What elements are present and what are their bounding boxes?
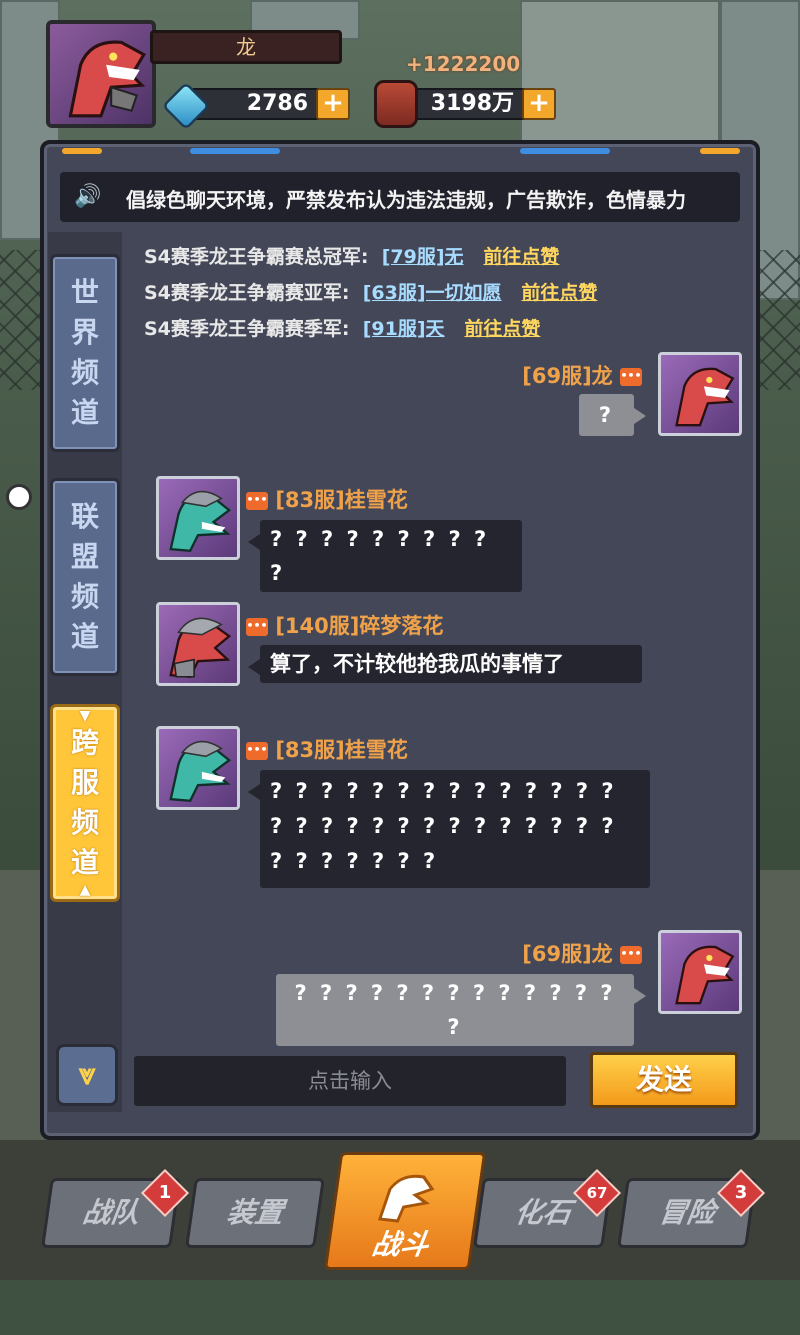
system-message-text: S4赛季龙王争霸赛亚军:: [144, 282, 350, 304]
winner-link[interactable]: [91服]天: [363, 318, 445, 340]
background-building: [520, 0, 720, 150]
tab-label-char: 道: [70, 620, 99, 653]
chat-bubble: 算了，不计较他抢我瓜的事情了: [248, 645, 642, 683]
add-cash-button[interactable]: +: [522, 88, 556, 120]
tab-label-char: 跨: [70, 726, 99, 759]
chat-username[interactable]: [69服]龙 •••: [522, 360, 642, 390]
gem-count: 2786: [246, 91, 308, 116]
chat-avatar[interactable]: [156, 602, 240, 686]
tab-label-char: 联: [70, 500, 99, 533]
tab-alliance-channel[interactable]: 联 盟 频 道: [50, 478, 120, 676]
nav-label: 战队: [80, 1196, 142, 1229]
teal-dino-portrait: [169, 490, 232, 552]
badge-count: 3: [734, 1182, 748, 1203]
tab-cross-server-channel[interactable]: ▼ 跨 服 频 道 ▲: [50, 704, 120, 902]
red-dino-portrait: [675, 367, 735, 427]
teal-dino-portrait: [169, 740, 232, 802]
chat-bubble: ?: [578, 394, 647, 436]
tab-world-channel[interactable]: 世 界 频 道: [50, 254, 120, 452]
speaker-icon: 🔊: [74, 184, 102, 209]
chat-bubble: ? ? ? ? ? ? ? ? ? ? ? ? ? ?: [276, 974, 646, 1046]
username-text: [69服]龙: [522, 364, 613, 388]
floating-assist-button[interactable]: [6, 484, 32, 510]
tab-label-char: 频: [70, 580, 99, 613]
tab-label-char: 道: [70, 396, 99, 429]
triangle-down-icon: ▼: [79, 708, 91, 724]
cash-count: 3198万: [430, 91, 514, 116]
chat-bubble-icon: •••: [246, 492, 268, 510]
like-link[interactable]: 前往点赞: [483, 246, 559, 268]
username-text: [69服]龙: [522, 942, 613, 966]
like-link[interactable]: 前往点赞: [464, 318, 540, 340]
tab-label-char: 频: [70, 356, 99, 389]
chat-username[interactable]: ••• [140服]碎梦落花: [246, 610, 443, 640]
nav-label: 战斗: [369, 1228, 431, 1261]
chat-bubble-icon: •••: [246, 742, 268, 760]
gem-counter: 2786 +: [190, 88, 350, 120]
chat-avatar[interactable]: [156, 726, 240, 810]
chat-bubble-icon: •••: [620, 368, 642, 386]
double-chevron-down-icon: ⩔: [78, 1057, 96, 1092]
system-message: S4赛季龙王争霸赛季军: [91服]天 前往点赞: [144, 314, 540, 341]
dino-head-icon: [377, 1174, 435, 1223]
cash-counter: 3198万 +: [400, 88, 556, 120]
armored-red-dino-portrait: [169, 617, 232, 678]
panel-decoration: [700, 148, 740, 154]
player-name: 龙: [150, 30, 342, 64]
chat-bubble-icon: •••: [246, 618, 268, 636]
system-message: S4赛季龙王争霸赛亚军: [63服]一切如愿 前往点赞: [144, 278, 597, 305]
red-dino-portrait: [675, 945, 735, 1005]
system-message-text: S4赛季龙王争霸赛季军:: [144, 318, 350, 340]
nav-label: 冒险: [656, 1196, 718, 1229]
chat-avatar[interactable]: [658, 352, 742, 436]
tab-label-char: 界: [70, 316, 99, 349]
badge-count: 67: [586, 1184, 608, 1202]
chat-bubble: ? ? ? ? ? ? ? ? ? ? ? ? ? ? ? ? ? ? ? ? …: [248, 770, 650, 888]
username-text: [83服]桂雪花: [275, 488, 408, 512]
chat-avatar[interactable]: [156, 476, 240, 560]
panel-decoration: [62, 148, 102, 154]
nav-label: 装置: [224, 1196, 286, 1229]
notice-bar: 🔊 倡绿色聊天环境，严禁发布认为违法违规，广告欺诈，色情暴力: [60, 172, 740, 222]
tab-label-char: 频: [70, 806, 99, 839]
system-message: S4赛季龙王争霸赛总冠军: [79服]无 前往点赞: [144, 242, 559, 269]
badge-count: 1: [158, 1182, 172, 1203]
username-text: [83服]桂雪花: [275, 738, 408, 762]
tab-label-char: 服: [70, 766, 99, 799]
add-gems-button[interactable]: +: [316, 88, 350, 120]
tab-label-char: 世: [70, 276, 99, 309]
panel-decoration: [520, 148, 610, 154]
nav-label: 化石: [512, 1196, 574, 1229]
chat-avatar[interactable]: [658, 930, 742, 1014]
system-message-text: S4赛季龙王争霸赛总冠军:: [144, 246, 369, 268]
chat-username[interactable]: [69服]龙 •••: [522, 938, 642, 968]
cash-delta: +1222200: [406, 52, 521, 76]
winner-link[interactable]: [63服]一切如愿: [363, 282, 502, 304]
red-dino-portrait: [68, 40, 146, 118]
player-avatar[interactable]: [46, 20, 156, 128]
scroll-to-bottom-button[interactable]: ⩔: [56, 1044, 118, 1106]
tab-label-char: 道: [70, 846, 99, 879]
send-button[interactable]: 发送: [590, 1052, 738, 1108]
winner-link[interactable]: [79服]无: [382, 246, 464, 268]
nav-equipment[interactable]: 装置: [185, 1178, 325, 1248]
meat-can-icon: [374, 80, 418, 128]
username-text: [140服]碎梦落花: [275, 614, 444, 638]
chat-username[interactable]: ••• [83服]桂雪花: [246, 734, 408, 764]
nav-battle[interactable]: 战斗: [323, 1152, 487, 1270]
panel-decoration: [190, 148, 280, 154]
triangle-up-icon: ▲: [79, 882, 91, 898]
chat-input[interactable]: 点击输入: [134, 1056, 566, 1106]
like-link[interactable]: 前往点赞: [521, 282, 597, 304]
notice-text: 倡绿色聊天环境，严禁发布认为违法违规，广告欺诈，色情暴力: [126, 188, 686, 212]
chat-username[interactable]: ••• [83服]桂雪花: [246, 484, 408, 514]
chat-bubble: ? ? ? ? ? ? ? ? ? ?: [248, 520, 522, 592]
chat-bubble-icon: •••: [620, 946, 642, 964]
tab-label-char: 盟: [70, 540, 99, 573]
